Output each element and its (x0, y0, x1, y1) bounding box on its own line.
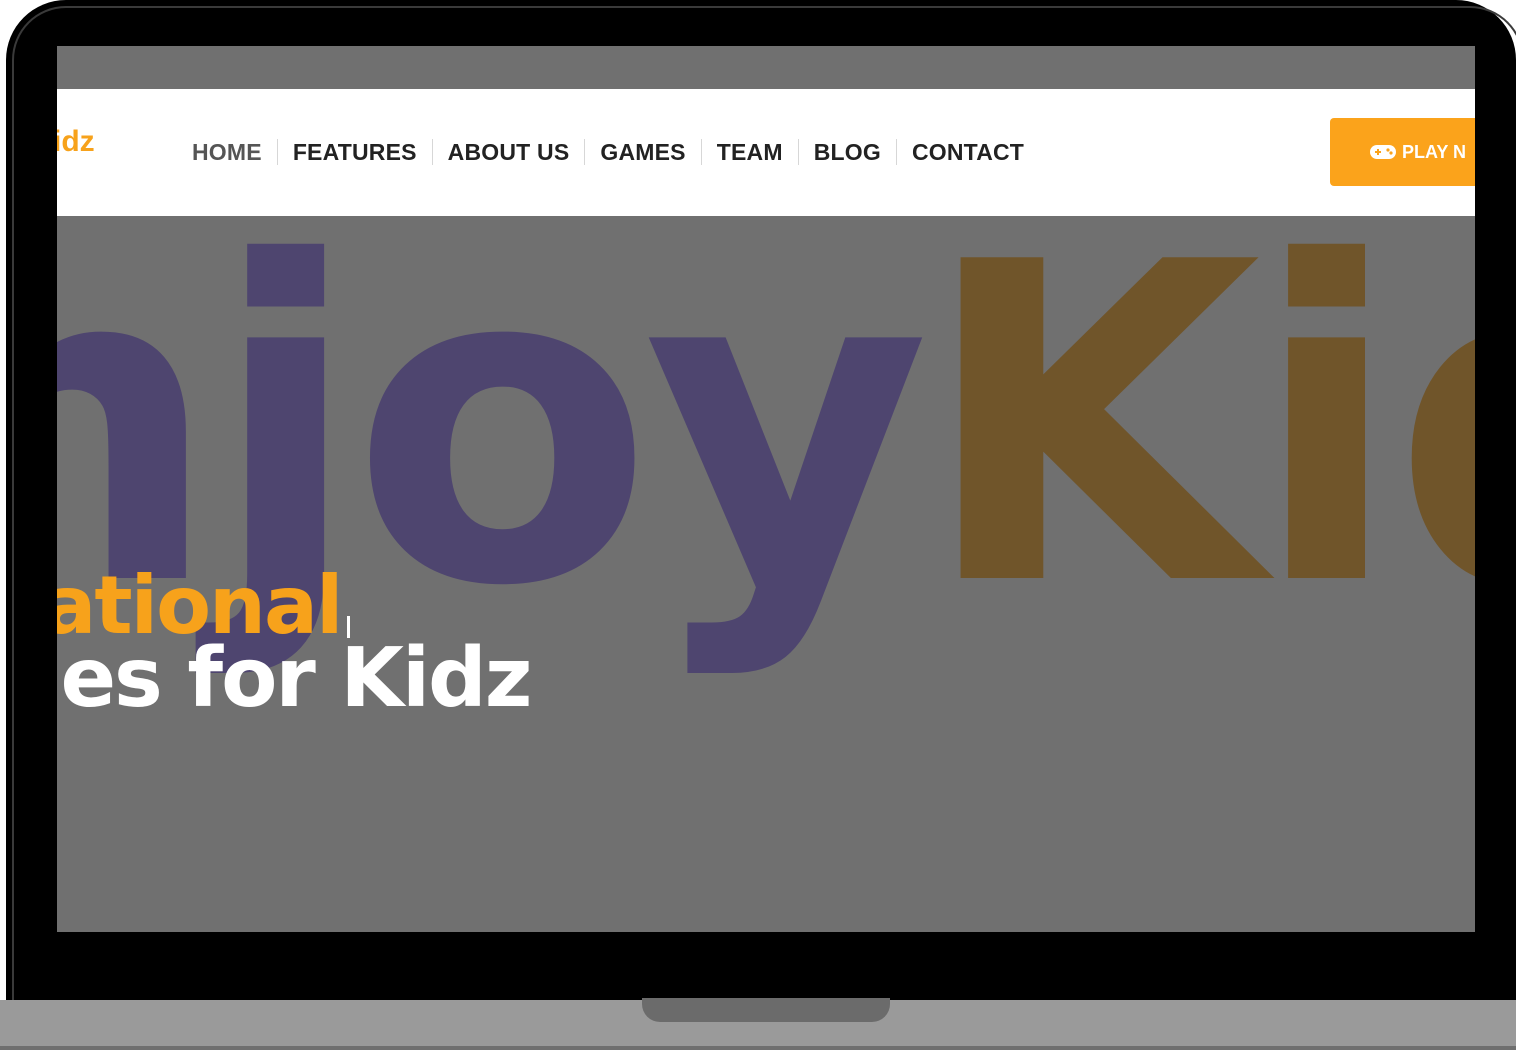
nav-home[interactable]: HOME (177, 139, 277, 165)
nav-features[interactable]: FEATURES (276, 139, 432, 165)
main-nav: HOME FEATURES ABOUT US GAMES TEAM BLOG C… (177, 139, 1039, 165)
nav-blog[interactable]: BLOG (797, 139, 896, 165)
laptop-notch (642, 998, 890, 1022)
nav-contact[interactable]: CONTACT (895, 139, 1039, 165)
play-now-button[interactable]: PLAY N (1330, 118, 1475, 186)
nav-team[interactable]: TEAM (700, 139, 798, 165)
hero-title-line2: mes for Kidz (57, 631, 532, 726)
site-header: idz HOME FEATURES ABOUT US GAMES TEAM BL… (57, 89, 1475, 216)
nav-about-us[interactable]: ABOUT US (431, 139, 585, 165)
site-logo[interactable]: idz (57, 125, 95, 159)
gamepad-icon (1370, 145, 1396, 159)
screen: njoyKid. idz HOME FEATURES ABOUT US GAME… (57, 46, 1475, 932)
nav-games[interactable]: GAMES (584, 139, 700, 165)
hero-bg-orange-text: Kid. (920, 170, 1475, 682)
hero-title: cational mes for Kidz (57, 566, 532, 726)
play-now-label: PLAY N (1402, 141, 1467, 162)
